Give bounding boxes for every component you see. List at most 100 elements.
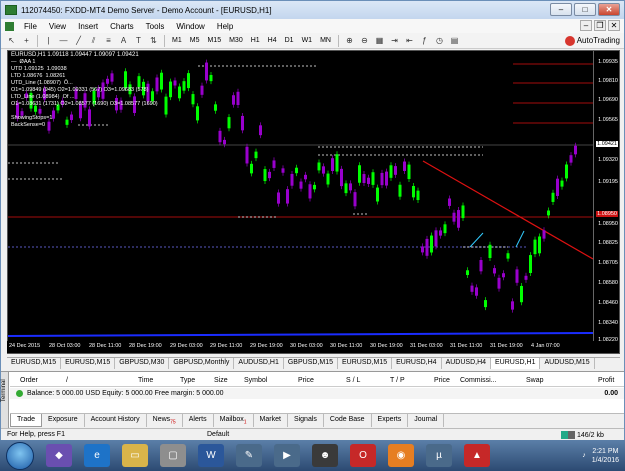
tab-mailbox[interactable]: Mailbox1 [214, 414, 254, 427]
horizontal-line-icon[interactable]: — [57, 34, 70, 47]
tab-exposure[interactable]: Exposure [42, 414, 85, 427]
ie-icon[interactable]: e [84, 444, 110, 467]
tf-m15[interactable]: M15 [204, 37, 224, 44]
tf-d1[interactable]: D1 [282, 37, 297, 44]
chart-window-icon[interactable] [5, 21, 14, 31]
tf-m1[interactable]: M1 [169, 37, 185, 44]
tf-mn[interactable]: MN [317, 37, 334, 44]
tf-h4[interactable]: H4 [265, 37, 280, 44]
fibonacci-icon[interactable]: ≡ [102, 34, 115, 47]
close-button[interactable]: ✕ [598, 3, 620, 16]
col-tp[interactable]: T / P [390, 377, 405, 384]
clock[interactable]: 2:21 PM 1/4/2016 [592, 447, 619, 465]
channel-icon[interactable]: ⫽ [87, 34, 100, 47]
chart-restore-icon[interactable]: ❐ [594, 20, 606, 31]
trendline-icon[interactable]: ╱ [72, 34, 85, 47]
chart-tab[interactable]: AUDUSD,H1 [234, 358, 284, 369]
chart-tab-active[interactable]: EURUSD,H1 [491, 358, 541, 369]
bear-candle [259, 125, 262, 136]
zoom-in-icon[interactable]: ⊕ [343, 34, 356, 47]
menu-insert[interactable]: Insert [72, 22, 104, 31]
col-size[interactable]: Size [214, 377, 228, 384]
autoscroll-icon[interactable]: ⇤ [403, 34, 416, 47]
tab-news[interactable]: News75 [147, 414, 183, 427]
menu-file[interactable]: File [18, 22, 43, 31]
chart-tab[interactable]: AUDUSD,H4 [442, 358, 492, 369]
utorrent-icon[interactable]: µ [426, 444, 452, 467]
tab-market[interactable]: Market [254, 414, 288, 427]
opera-icon[interactable]: O [350, 444, 376, 467]
col-commission[interactable]: Commissi... [460, 377, 497, 384]
chart-tab[interactable]: EURUSD,M15 [7, 358, 62, 369]
status-profile[interactable]: Default [207, 431, 229, 438]
chart-tab[interactable]: GBPUSD,M15 [284, 358, 338, 369]
col-symbol[interactable]: Symbol [244, 377, 267, 384]
tf-m30[interactable]: M30 [226, 37, 246, 44]
chart-tab[interactable]: AUDUSD,M15 [540, 358, 595, 369]
indicators-icon[interactable]: ƒ [418, 34, 431, 47]
tab-alerts[interactable]: Alerts [183, 414, 214, 427]
col-price2[interactable]: Price [434, 377, 450, 384]
col-price[interactable]: Price [298, 377, 314, 384]
mascot-app-icon[interactable]: ☻ [312, 444, 338, 467]
minimize-button[interactable]: – [550, 3, 572, 16]
tab-trade[interactable]: Trade [10, 414, 43, 427]
app-launcher-icon[interactable]: ◆ [46, 444, 72, 467]
traffic-label: 146/2 kb [577, 431, 604, 439]
chart-close-icon[interactable]: ✕ [608, 20, 620, 31]
col-profit[interactable]: Profit [598, 377, 614, 384]
fxdd-icon[interactable]: ▲ [464, 444, 490, 467]
templates-icon[interactable]: ▤ [448, 34, 461, 47]
col-swap[interactable]: Swap [526, 377, 544, 384]
chart-tab[interactable]: GBPUSD,Monthly [169, 358, 235, 369]
media-player-icon[interactable]: ▶ [274, 444, 300, 467]
cursor-icon[interactable]: ↖ [5, 34, 18, 47]
firefox-icon[interactable]: ◉ [388, 444, 414, 467]
col-type[interactable]: Type [180, 377, 195, 384]
tab-account-history[interactable]: Account History [85, 414, 147, 427]
word-icon[interactable]: W [198, 444, 224, 467]
chart-tab[interactable]: EURUSD,H4 [392, 358, 442, 369]
menu-tools[interactable]: Tools [140, 22, 171, 31]
col-sort[interactable]: / [66, 377, 68, 384]
crosshair-icon[interactable]: + [20, 34, 33, 47]
tile-windows-icon[interactable]: ▦ [373, 34, 386, 47]
chart-minimize-icon[interactable]: – [580, 20, 592, 31]
col-sl[interactable]: S / L [346, 377, 360, 384]
tf-h1[interactable]: H1 [248, 37, 263, 44]
tab-journal[interactable]: Journal [408, 414, 445, 427]
price-chart[interactable]: EURUSD,H1 1.09118 1.09447 1.09097 1.0942… [7, 50, 620, 354]
vertical-line-icon[interactable]: | [42, 34, 55, 47]
menu-help[interactable]: Help [211, 22, 239, 31]
tf-w1[interactable]: W1 [299, 37, 316, 44]
menu-window[interactable]: Window [170, 22, 210, 31]
col-time[interactable]: Time [138, 377, 153, 384]
periods-icon[interactable]: ◷ [433, 34, 446, 47]
chart-tab[interactable]: EURUSD,M15 [61, 358, 116, 369]
text-icon[interactable]: A [117, 34, 130, 47]
zoom-out-icon[interactable]: ⊖ [358, 34, 371, 47]
bull-candle [191, 94, 195, 105]
menu-charts[interactable]: Charts [104, 22, 140, 31]
maximize-button[interactable]: □ [574, 3, 596, 16]
folder-icon[interactable]: ▭ [122, 444, 148, 467]
tab-experts[interactable]: Experts [372, 414, 409, 427]
tf-m5[interactable]: M5 [187, 37, 203, 44]
chart-tab[interactable]: EURUSD,M15 [338, 358, 393, 369]
tab-signals[interactable]: Signals [288, 414, 324, 427]
tab-code-base[interactable]: Code Base [324, 414, 372, 427]
device-icon[interactable]: ▢ [160, 444, 186, 467]
start-button[interactable] [6, 442, 34, 470]
autotrading-button[interactable]: AutoTrading [564, 35, 624, 46]
arrows-icon[interactable]: ⇅ [147, 34, 160, 47]
volume-icon[interactable]: ♪ [582, 452, 586, 459]
paint-icon[interactable]: ✎ [236, 444, 262, 467]
terminal-side-bar[interactable]: Terminal [1, 372, 9, 428]
label-icon[interactable]: T [132, 34, 145, 47]
balance-row[interactable]: Balance: 5 000.00 USD Equity: 5 000.00 F… [10, 388, 624, 399]
chart-tab[interactable]: GBPUSD,M30 [115, 358, 170, 369]
menu-view[interactable]: View [43, 22, 72, 31]
chart-shift-icon[interactable]: ⇥ [388, 34, 401, 47]
col-order[interactable]: Order [20, 377, 38, 384]
bear-candle [380, 172, 384, 186]
